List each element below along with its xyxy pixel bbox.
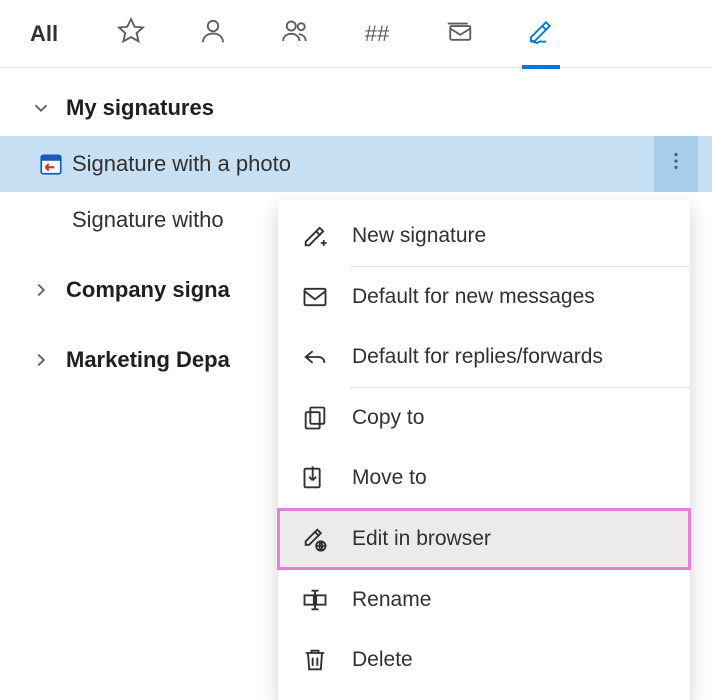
pen-globe-icon	[300, 524, 330, 554]
filter-toolbar: All ##	[0, 0, 712, 68]
context-menu: New signature Default for new messages D…	[278, 200, 690, 700]
menu-default-replies-forwards[interactable]: Default for replies/forwards	[278, 327, 690, 387]
move-icon	[300, 463, 330, 493]
menu-copy-to[interactable]: Copy to	[278, 388, 690, 448]
section-my-signatures[interactable]: My signatures	[0, 80, 712, 136]
menu-edit-in-browser[interactable]: Edit in browser	[278, 509, 690, 569]
tab-signature[interactable]	[500, 0, 582, 68]
menu-item-label: Delete	[352, 648, 413, 672]
tab-people[interactable]	[254, 0, 336, 68]
chevron-right-icon	[30, 279, 52, 301]
people-icon	[280, 16, 310, 52]
menu-item-label: Edit in browser	[352, 527, 491, 551]
menu-new-signature[interactable]: New signature	[278, 206, 690, 266]
section-label: Company signa	[66, 277, 230, 303]
pen-plus-icon	[300, 221, 330, 251]
menu-default-new-messages[interactable]: Default for new messages	[278, 267, 690, 327]
list-item-label: Signature with a photo	[72, 151, 291, 177]
section-label: Marketing Depa	[66, 347, 230, 373]
menu-item-label: New signature	[352, 224, 486, 248]
menu-delete[interactable]: Delete	[278, 630, 690, 690]
pen-sign-icon	[526, 16, 556, 52]
calendar-arrow-icon	[38, 151, 64, 177]
hash-icon: ##	[365, 21, 389, 47]
reply-arrow-icon	[300, 342, 330, 372]
tab-hash[interactable]: ##	[336, 0, 418, 68]
person-icon	[198, 16, 228, 52]
star-icon	[116, 16, 146, 52]
more-options-button[interactable]	[654, 136, 698, 192]
envelope-icon	[300, 282, 330, 312]
chevron-right-icon	[30, 349, 52, 371]
trash-icon	[300, 645, 330, 675]
menu-item-label: Rename	[352, 588, 431, 612]
mail-stack-icon	[444, 16, 474, 52]
tab-person[interactable]	[172, 0, 254, 68]
list-item[interactable]: Signature with a photo	[0, 136, 712, 192]
menu-rename[interactable]: Rename	[278, 570, 690, 630]
tab-mail[interactable]	[418, 0, 500, 68]
menu-item-label: Default for replies/forwards	[352, 345, 603, 369]
menu-move-to[interactable]: Move to	[278, 448, 690, 508]
tab-favorites[interactable]	[90, 0, 172, 68]
vertical-dots-icon	[665, 150, 687, 178]
list-item-label: Signature witho	[72, 207, 224, 233]
menu-item-label: Default for new messages	[352, 285, 595, 309]
tab-all[interactable]: All	[30, 0, 90, 68]
chevron-down-icon	[30, 97, 52, 119]
menu-item-label: Move to	[352, 466, 427, 490]
tab-all-label: All	[30, 21, 58, 47]
copy-icon	[300, 403, 330, 433]
rename-icon	[300, 585, 330, 615]
menu-item-label: Copy to	[352, 406, 424, 430]
section-label: My signatures	[66, 95, 214, 121]
